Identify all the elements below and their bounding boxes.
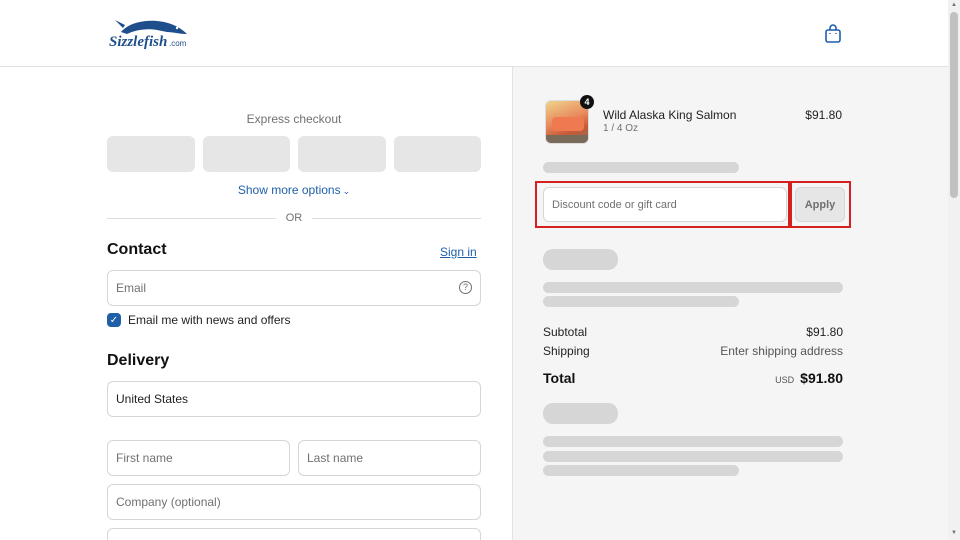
- apply-button[interactable]: Apply: [795, 187, 845, 222]
- country-value: United States: [116, 392, 189, 406]
- loading-placeholder: [543, 403, 618, 424]
- show-more-options-link[interactable]: Show more options ⌄: [107, 183, 481, 197]
- loading-placeholder: [543, 436, 843, 447]
- header: Sizzlefish .com: [0, 0, 948, 67]
- product-variant: 1 / 4 Oz: [603, 123, 639, 134]
- express-pay-button-4[interactable]: [393, 136, 481, 172]
- plate-image: [546, 135, 588, 143]
- quantity-badge: 4: [580, 95, 594, 109]
- last-name-placeholder: Last name: [307, 451, 364, 465]
- address-field[interactable]: [107, 528, 481, 540]
- svg-text:.com: .com: [169, 39, 187, 48]
- divider-line: [107, 217, 276, 219]
- shopping-bag-icon[interactable]: [824, 24, 842, 44]
- total-currency: USD: [775, 375, 795, 385]
- page-scrollbar[interactable]: ▲ ▼: [948, 0, 960, 540]
- help-icon[interactable]: ?: [459, 281, 472, 294]
- country-select[interactable]: United States: [107, 381, 481, 417]
- order-summary-panel: 4 Wild Alaska King Salmon 1 / 4 Oz $91.8…: [512, 67, 948, 540]
- sizzlefish-logo[interactable]: Sizzlefish .com: [107, 14, 193, 54]
- total-row: Total USD $91.80: [543, 370, 843, 388]
- total-amount-group: USD $91.80: [775, 370, 843, 388]
- loading-placeholder: [543, 249, 618, 270]
- newsletter-label: Email me with news and offers: [128, 313, 291, 327]
- loading-placeholder: [543, 296, 739, 307]
- company-placeholder: Company (optional): [116, 495, 221, 509]
- express-pay-button-2[interactable]: [202, 136, 290, 172]
- or-label: OR: [285, 212, 303, 224]
- sign-in-link[interactable]: Sign in: [440, 245, 477, 259]
- divider-line: [312, 217, 481, 219]
- first-name-placeholder: First name: [116, 451, 173, 465]
- subtotal-value: $91.80: [806, 325, 843, 339]
- scroll-up-arrow-icon[interactable]: ▲: [951, 2, 957, 8]
- first-name-field[interactable]: First name: [107, 440, 290, 476]
- express-checkout-buttons: [107, 136, 481, 172]
- salmon-fillet-image: [552, 117, 584, 131]
- loading-placeholder: [543, 162, 739, 173]
- email-placeholder: Email: [116, 281, 147, 295]
- product-name: Wild Alaska King Salmon: [603, 108, 737, 122]
- chevron-down-icon: ⌄: [342, 186, 351, 196]
- shipping-row: Shipping Enter shipping address: [543, 344, 843, 358]
- loading-placeholder: [543, 465, 739, 476]
- shipping-label: Shipping: [543, 344, 590, 358]
- loading-placeholder: [543, 282, 843, 293]
- delivery-heading: Delivery: [107, 352, 170, 369]
- newsletter-option: ✓ Email me with news and offers: [107, 313, 291, 327]
- company-field[interactable]: Company (optional): [107, 484, 481, 520]
- loading-placeholder: [543, 451, 843, 462]
- checkout-form-panel: Express checkout Show more options ⌄ OR C…: [0, 67, 512, 540]
- show-more-label: Show more options: [237, 183, 341, 197]
- total-label: Total: [543, 370, 576, 386]
- discount-placeholder: Discount code or gift card: [552, 198, 677, 211]
- shipping-value: Enter shipping address: [720, 344, 843, 358]
- express-checkout-label: Express checkout: [246, 112, 342, 126]
- express-pay-button-1[interactable]: [107, 136, 195, 172]
- discount-code-input[interactable]: Discount code or gift card: [543, 187, 787, 222]
- svg-text:Sizzlefish: Sizzlefish: [109, 34, 167, 50]
- or-divider: OR: [107, 212, 481, 224]
- email-field[interactable]: Email ?: [107, 270, 481, 306]
- subtotal-label: Subtotal: [543, 325, 588, 339]
- scroll-down-arrow-icon[interactable]: ▼: [951, 530, 957, 536]
- total-amount: $91.80: [800, 370, 843, 386]
- newsletter-checkbox[interactable]: ✓: [107, 313, 121, 327]
- subtotal-row: Subtotal $91.80: [543, 325, 843, 339]
- last-name-field[interactable]: Last name: [298, 440, 481, 476]
- express-pay-button-3[interactable]: [298, 136, 386, 172]
- product-price: $91.80: [805, 108, 842, 122]
- scrollbar-thumb[interactable]: [950, 12, 958, 198]
- contact-heading: Contact: [107, 241, 167, 258]
